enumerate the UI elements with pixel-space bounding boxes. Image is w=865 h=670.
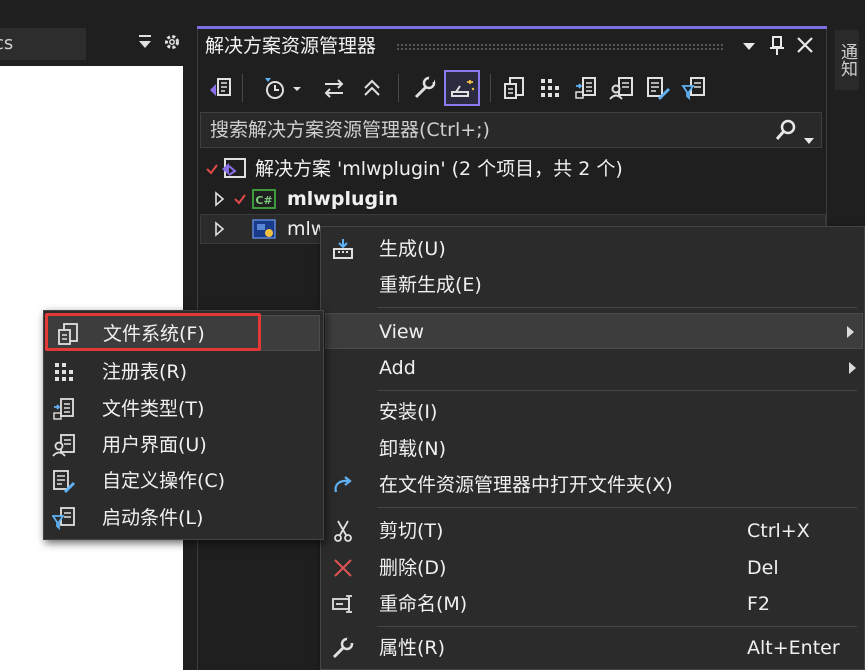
search-icon[interactable]	[774, 118, 798, 142]
launch-conditions-editor-icon[interactable]	[678, 70, 710, 106]
menu-item-install[interactable]: 安装(I)	[321, 394, 864, 430]
toolbar-separator	[398, 74, 399, 102]
left-panel-tab-label: cs	[0, 33, 14, 54]
submenu-item-launch-conditions[interactable]: 启动条件(L)	[44, 500, 323, 536]
user-interface-icon	[52, 433, 76, 457]
menu-item-view[interactable]: View	[325, 313, 863, 349]
build-icon	[331, 237, 355, 261]
file-system-editor-icon[interactable]	[498, 70, 530, 106]
pending-changes-filter-icon[interactable]	[260, 70, 292, 106]
properties-wrench-icon[interactable]	[408, 70, 440, 106]
menu-item-label: 重新生成(E)	[379, 274, 482, 296]
solution-explorer-active-bar	[197, 26, 827, 29]
menu-item-properties[interactable]: 属性(R) Alt+Enter	[321, 630, 864, 666]
menu-item-shortcut: F2	[747, 593, 771, 615]
left-panel-dropdown-icon[interactable]	[137, 32, 153, 52]
search-options-dropdown-icon[interactable]	[804, 127, 814, 144]
submenu-item-label: 用户界面(U)	[102, 434, 207, 456]
file-types-editor-icon[interactable]	[570, 70, 602, 106]
launch-conditions-icon	[51, 506, 76, 531]
menu-item-label: Add	[379, 357, 416, 379]
csharp-project-icon: C#	[251, 188, 277, 210]
menu-item-label: 卸载(N)	[379, 438, 447, 460]
pending-filter-dropdown-icon[interactable]	[290, 70, 304, 106]
file-types-icon	[52, 397, 76, 421]
menu-item-shortcut: Ctrl+X	[747, 520, 810, 542]
custom-actions-editor-icon[interactable]	[642, 70, 674, 106]
submenu-item-label: 注册表(R)	[102, 361, 188, 383]
menu-item-uninstall[interactable]: 卸载(N)	[321, 431, 864, 467]
submenu-arrow-icon	[849, 362, 856, 374]
scissors-icon	[331, 519, 355, 543]
custom-actions-icon	[52, 469, 76, 493]
close-icon[interactable]	[794, 32, 816, 58]
menu-separator	[377, 307, 857, 308]
menu-item-add[interactable]: Add	[321, 350, 864, 386]
registry-icon	[52, 360, 76, 384]
solution-explorer-title: 解决方案资源管理器	[205, 35, 377, 57]
toolbar-separator	[242, 74, 243, 102]
solution-icon	[221, 157, 247, 181]
menu-item-shortcut: Del	[747, 557, 779, 579]
tree-setup-label: mlwpluginSetup	[287, 218, 323, 240]
submenu-item-custom-actions[interactable]: 自定义操作(C)	[44, 463, 323, 499]
sync-with-active-document-icon[interactable]	[318, 70, 350, 106]
menu-separator	[377, 390, 857, 391]
left-panel-tab[interactable]: cs	[0, 28, 86, 60]
menu-item-rename[interactable]: 重命名(M) F2	[321, 586, 864, 622]
menu-item-label: 删除(D)	[379, 557, 447, 579]
setup-project-icon	[251, 217, 277, 241]
menu-item-cut[interactable]: 剪切(T) Ctrl+X	[321, 513, 864, 549]
annotation-highlight-box	[45, 313, 261, 351]
preview-selected-items-icon[interactable]	[444, 70, 480, 106]
submenu-item-user-interface[interactable]: 用户界面(U)	[44, 427, 323, 463]
menu-item-open-folder[interactable]: 在文件资源管理器中打开文件夹(X)	[321, 467, 864, 503]
menu-item-label: 剪切(T)	[379, 520, 444, 542]
menu-item-shortcut: Alt+Enter	[747, 637, 840, 659]
menu-separator	[377, 507, 857, 508]
toolbar-separator	[490, 74, 491, 102]
tree-project-label: mlwplugin	[287, 188, 399, 210]
menu-item-label: 属性(R)	[379, 637, 446, 659]
submenu-item-registry[interactable]: 注册表(R)	[44, 354, 323, 390]
solution-explorer-toolbar	[200, 70, 820, 106]
user-interface-editor-icon[interactable]	[606, 70, 638, 106]
submenu-item-label: 启动条件(L)	[102, 507, 204, 529]
submenu-arrow-icon	[847, 326, 854, 338]
menu-item-delete[interactable]: 删除(D) Del	[321, 550, 864, 586]
title-grip[interactable]	[396, 43, 724, 50]
menu-item-label: 安装(I)	[379, 401, 438, 423]
tree-setup-row[interactable]: mlwpluginSetup	[213, 214, 323, 244]
menu-item-rebuild[interactable]: 重新生成(E)	[321, 267, 864, 303]
delete-x-icon	[331, 556, 355, 580]
expand-arrow-icon[interactable]	[213, 214, 227, 244]
tree-solution-label: 解决方案 'mlwplugin' (2 个项目，共 2 个)	[255, 158, 623, 180]
window-position-dropdown-icon[interactable]	[738, 32, 760, 58]
submenu-item-label: 自定义操作(C)	[102, 470, 226, 492]
menu-separator	[377, 626, 857, 627]
menu-item-build[interactable]: 生成(U)	[321, 231, 864, 267]
wrench-icon	[331, 636, 355, 660]
search-placeholder: 搜索解决方案资源管理器(Ctrl+;)	[210, 119, 490, 141]
menu-item-label: 生成(U)	[379, 238, 446, 260]
project-context-menu: 生成(U) 重新生成(E) View Add 安装(I) 卸载(N) 在文件资源…	[320, 226, 865, 670]
pin-icon[interactable]	[766, 32, 788, 58]
open-folder-arrow-icon	[331, 473, 355, 497]
menu-item-label: 重命名(M)	[379, 593, 468, 615]
switch-views-icon[interactable]	[204, 70, 236, 106]
menu-item-label: 在文件资源管理器中打开文件夹(X)	[379, 474, 673, 496]
collapse-all-icon[interactable]	[356, 70, 388, 106]
menu-item-label: View	[379, 321, 425, 343]
submenu-item-file-types[interactable]: 文件类型(T)	[44, 391, 323, 427]
notifications-tab[interactable]: 通知	[835, 30, 859, 90]
rename-icon	[331, 592, 355, 616]
gear-icon[interactable]	[163, 33, 181, 51]
svg-text:C#: C#	[255, 194, 272, 207]
submenu-item-label: 文件类型(T)	[102, 398, 205, 420]
registry-editor-icon[interactable]	[534, 70, 566, 106]
